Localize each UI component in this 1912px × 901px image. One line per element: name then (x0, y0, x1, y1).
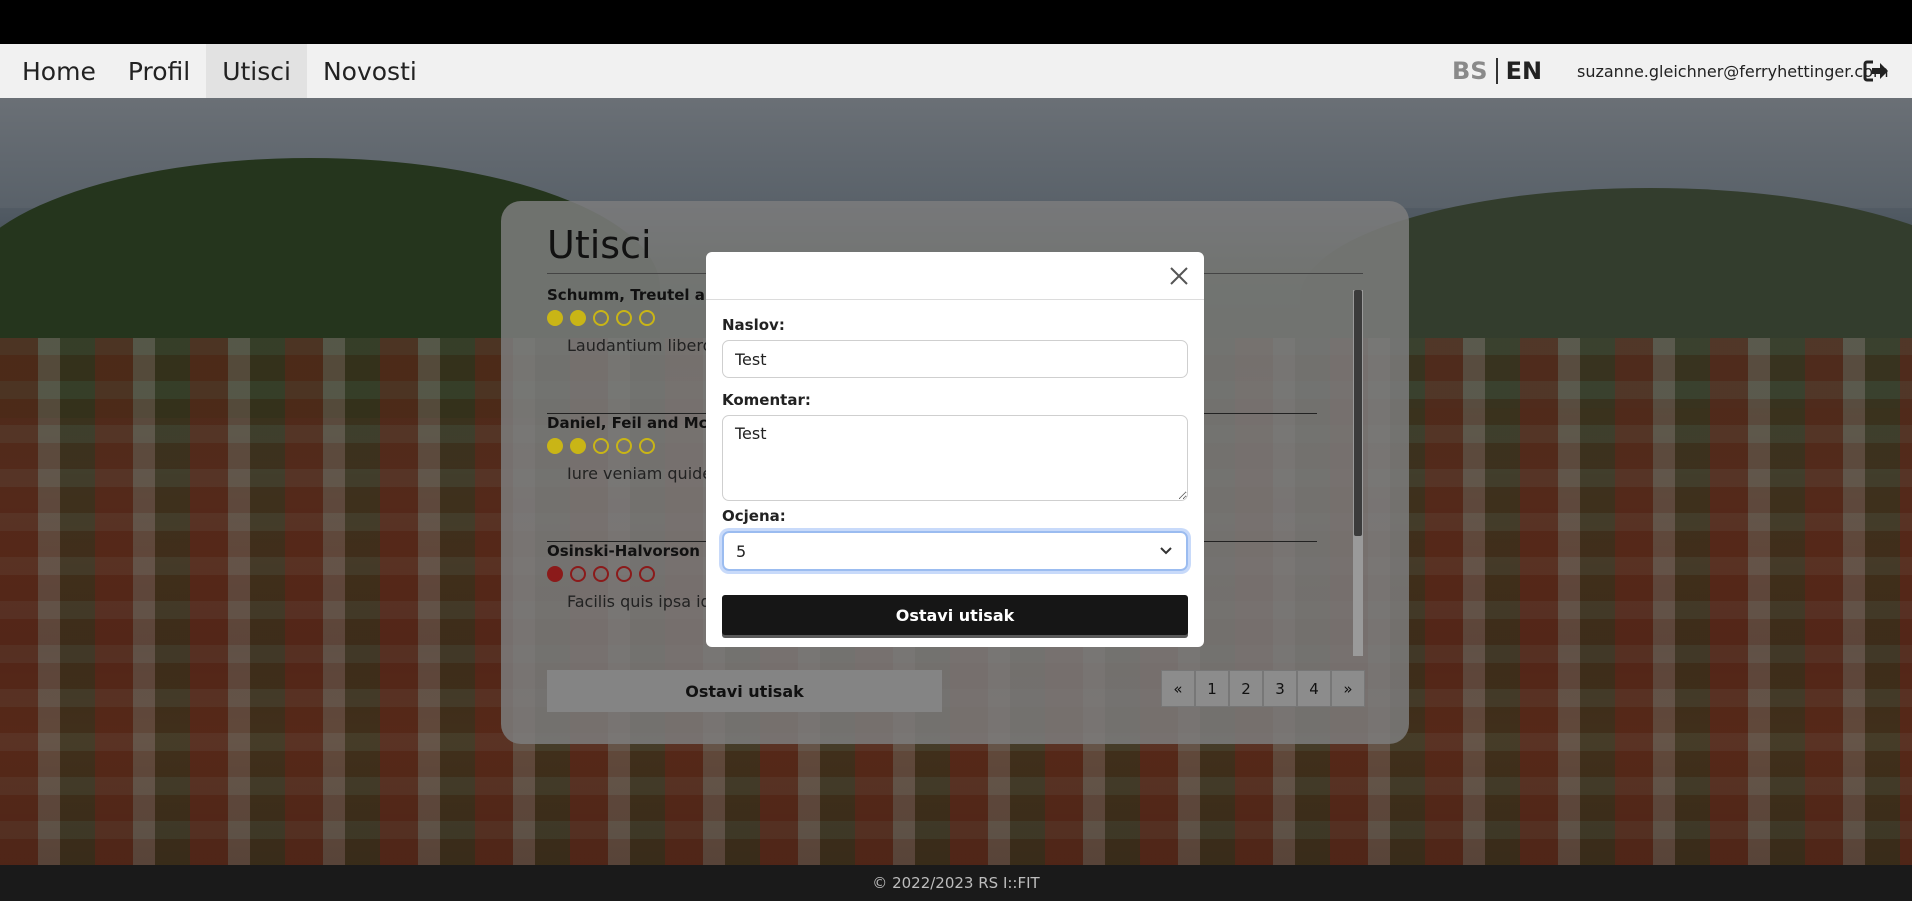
lang-bs[interactable]: BS (1452, 58, 1498, 84)
pager-prev[interactable]: « (1161, 670, 1195, 707)
star-icon (616, 438, 632, 454)
modal-body: Naslov: Komentar: Test Ocjena: 5 Ostavi … (706, 300, 1204, 635)
nav-home[interactable]: Home (0, 44, 112, 98)
rating-select[interactable]: 5 (722, 531, 1188, 571)
star-icon (570, 310, 586, 326)
nav-novosti[interactable]: Novosti (307, 44, 433, 98)
pager-page-4[interactable]: 4 (1297, 670, 1331, 707)
rating-select-value: 5 (736, 541, 747, 561)
comment-label: Komentar: (722, 391, 811, 409)
star-icon (639, 566, 655, 582)
footer: © 2022/2023 RS I::FIT (0, 865, 1912, 901)
pager-page-2[interactable]: 2 (1229, 670, 1263, 707)
star-icon (593, 566, 609, 582)
star-icon (616, 566, 632, 582)
star-icon (639, 438, 655, 454)
language-switcher: BS EN (1452, 44, 1542, 98)
star-icon (593, 438, 609, 454)
pager-page-3[interactable]: 3 (1263, 670, 1297, 707)
review-modal: Naslov: Komentar: Test Ocjena: 5 Ostavi … (706, 252, 1204, 647)
star-icon (547, 310, 563, 326)
pager-next[interactable]: » (1331, 670, 1365, 707)
leave-review-button[interactable]: Ostavi utisak (547, 670, 942, 712)
user-email: suzanne.gleichner@ferryhettinger.com (1577, 61, 1889, 81)
close-icon[interactable] (1168, 265, 1190, 287)
navbar: Home Profil Utisci Novosti BS EN suzanne… (0, 44, 1912, 98)
nav-profil[interactable]: Profil (112, 44, 206, 98)
title-label: Naslov: (722, 316, 785, 334)
comment-textarea[interactable]: Test (722, 415, 1188, 501)
page-title: Utisci (547, 223, 652, 267)
rating-label: Ocjena: (722, 507, 786, 525)
star-icon (639, 310, 655, 326)
top-black-bar (0, 0, 1912, 44)
nav-utisci[interactable]: Utisci (206, 44, 307, 98)
star-icon (570, 566, 586, 582)
submit-review-button[interactable]: Ostavi utisak (722, 595, 1188, 635)
star-icon (616, 310, 632, 326)
modal-header (706, 252, 1204, 300)
footer-copyright: © 2022/2023 RS I::FIT (872, 874, 1040, 892)
chevron-down-icon (1160, 547, 1172, 555)
pagination: « 1 2 3 4 » (1161, 670, 1365, 707)
star-icon (570, 438, 586, 454)
lang-en[interactable]: EN (1498, 58, 1542, 84)
star-icon (547, 566, 563, 582)
title-input[interactable] (722, 340, 1188, 378)
star-icon (593, 310, 609, 326)
star-icon (547, 438, 563, 454)
scrollbar-thumb[interactable] (1354, 290, 1362, 536)
logout-icon[interactable] (1862, 59, 1890, 83)
review-list-scrollbar[interactable] (1353, 290, 1363, 656)
pager-page-1[interactable]: 1 (1195, 670, 1229, 707)
